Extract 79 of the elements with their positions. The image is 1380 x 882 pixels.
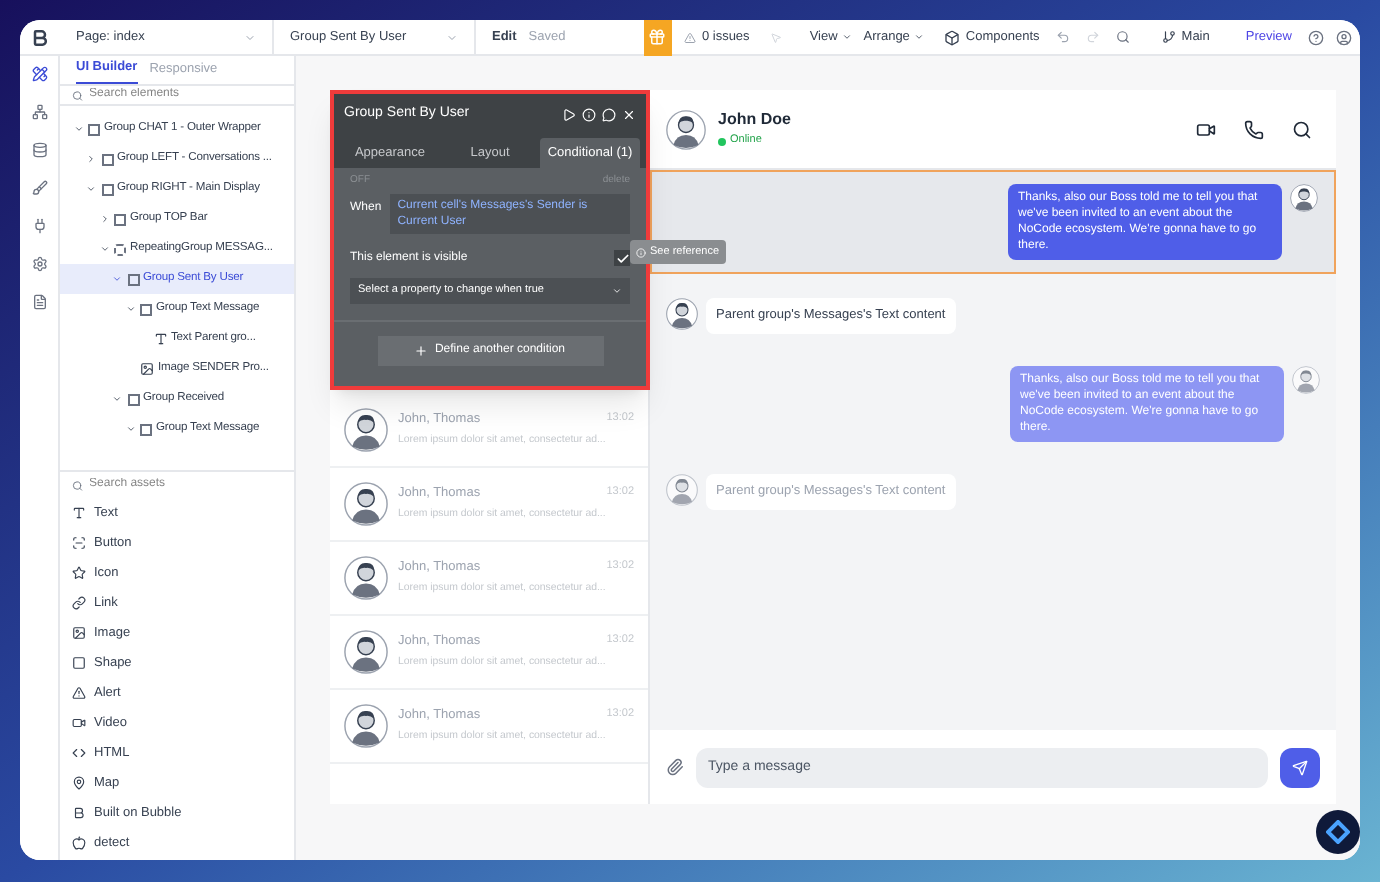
apple-icon (72, 836, 86, 850)
avatar-icon (1292, 365, 1320, 394)
visible-checkbox[interactable] (614, 250, 630, 266)
button-icon (72, 536, 86, 550)
warning-icon (72, 686, 86, 700)
warning-icon (683, 31, 696, 43)
group-icon (140, 423, 152, 435)
caret-icon (446, 31, 458, 43)
comment-icon[interactable] (602, 107, 616, 121)
avatar-icon (344, 408, 388, 452)
caret-icon[interactable] (112, 394, 122, 404)
info-icon (636, 247, 646, 257)
star-icon (72, 566, 86, 580)
group-icon (127, 393, 139, 405)
group-icon (114, 213, 126, 225)
undo-icon[interactable] (1055, 30, 1070, 44)
plug-icon[interactable] (31, 218, 47, 234)
avatar-icon (344, 482, 388, 526)
caret-icon (244, 31, 256, 43)
group-icon (127, 273, 139, 285)
logo-icon (72, 806, 86, 820)
code-icon (72, 746, 86, 760)
caret-icon (612, 285, 622, 295)
tree-icon[interactable] (31, 104, 47, 120)
group-icon (88, 123, 100, 135)
plus-icon (414, 343, 429, 357)
avatar-icon (666, 109, 706, 149)
caret-icon[interactable] (112, 274, 122, 284)
caret-icon[interactable] (99, 244, 109, 254)
brush-icon[interactable] (31, 180, 47, 196)
help-icon[interactable] (1308, 29, 1324, 45)
design-icon[interactable] (31, 66, 47, 82)
text-icon (72, 506, 86, 520)
info-icon[interactable] (582, 107, 596, 121)
check-icon (615, 251, 629, 265)
search-icon[interactable] (1292, 119, 1312, 139)
caret-icon (913, 32, 924, 42)
caret-icon[interactable] (86, 154, 96, 164)
avatar-icon (344, 556, 388, 600)
group-icon (140, 303, 152, 315)
avatar-icon (666, 473, 698, 506)
contact-name: John Doe (718, 108, 793, 133)
caret-icon[interactable] (86, 184, 96, 194)
close-icon[interactable] (622, 107, 636, 121)
avatar-icon (666, 298, 698, 330)
caret-icon (841, 32, 852, 42)
group-icon (101, 183, 113, 195)
video-icon[interactable] (1196, 119, 1216, 139)
video-icon (72, 716, 86, 730)
link-icon (72, 596, 86, 610)
map-pin-icon (72, 776, 86, 790)
square-icon (72, 656, 86, 670)
play-icon[interactable] (562, 107, 576, 121)
document-icon[interactable] (31, 294, 47, 310)
caret-icon[interactable] (99, 214, 109, 224)
avatar-icon (344, 630, 388, 674)
user-icon[interactable] (1336, 29, 1352, 45)
group-icon (101, 153, 113, 165)
search-icon (72, 89, 84, 101)
send-icon (1292, 759, 1308, 775)
image-icon (72, 626, 86, 640)
search-icon (72, 479, 84, 491)
branch-icon (1161, 30, 1176, 44)
database-icon[interactable] (31, 142, 47, 158)
caret-icon[interactable] (125, 304, 135, 314)
phone-icon[interactable] (1244, 119, 1264, 139)
text-icon (153, 332, 167, 346)
cube-icon (943, 29, 960, 45)
repeating-group-icon (114, 243, 126, 255)
avatar-icon (344, 704, 388, 748)
image-icon (140, 362, 154, 376)
gift-icon (648, 28, 667, 46)
caret-icon[interactable] (73, 124, 83, 134)
settings-icon[interactable] (31, 256, 47, 272)
avatar-icon (1290, 184, 1318, 212)
logo-icon[interactable] (30, 27, 50, 47)
attach-icon[interactable] (666, 758, 684, 776)
send-button[interactable] (1280, 747, 1320, 787)
caret-icon[interactable] (125, 424, 135, 434)
